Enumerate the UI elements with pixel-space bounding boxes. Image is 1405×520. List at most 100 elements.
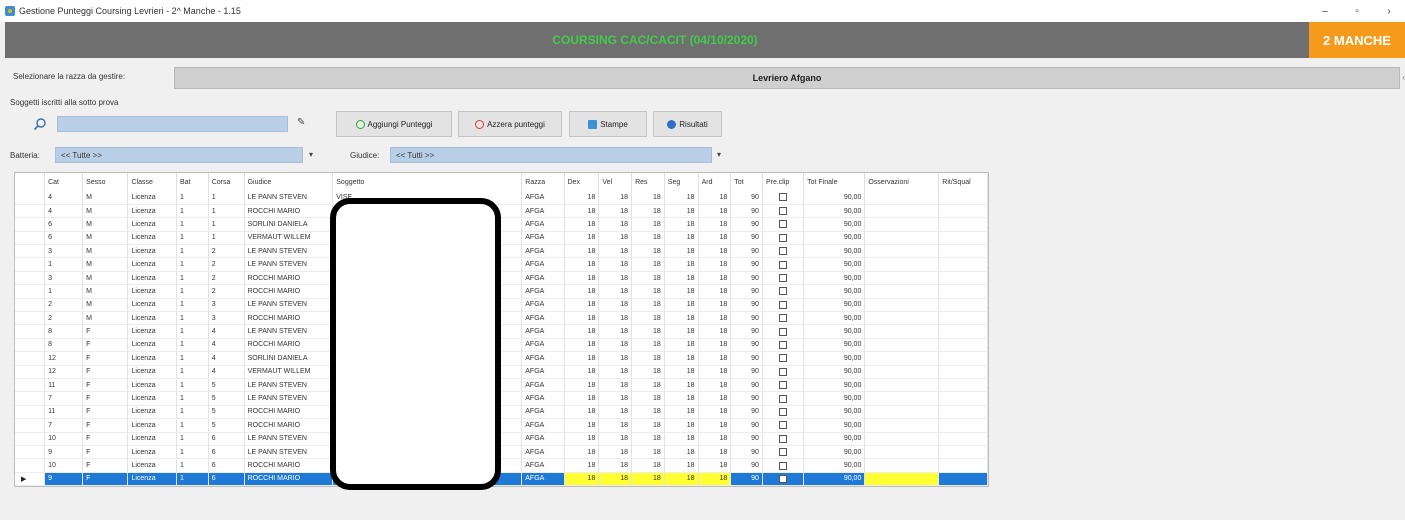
table-cell[interactable]: 18 [698, 231, 732, 246]
table-cell[interactable]: AFGA [521, 445, 565, 460]
table-cell[interactable]: 18 [598, 271, 633, 286]
row-selector[interactable] [15, 418, 46, 433]
table-cell[interactable]: AFGA [521, 378, 565, 393]
pre-clip-checkbox[interactable] [779, 381, 788, 390]
table-cell[interactable]: 18 [564, 351, 600, 366]
table-cell[interactable]: LE PANN STEVEN [244, 445, 334, 460]
table-cell[interactable]: 18 [564, 298, 600, 313]
table-cell[interactable]: M [82, 231, 129, 246]
pre-clip-checkbox[interactable] [779, 461, 788, 470]
table-cell[interactable]: 90 [730, 217, 763, 232]
table-row[interactable]: 10 F Licenza 1 6 LE PANN STEVEN AFGA 18 18 18 18 18… [15, 432, 988, 446]
table-cell[interactable]: AFGA [521, 284, 565, 299]
table-cell[interactable]: Licenza [127, 257, 178, 272]
row-selector[interactable] [15, 405, 46, 420]
print-button[interactable]: Stampe [569, 111, 647, 137]
pin-icon[interactable]: ✎ [297, 117, 309, 129]
table-cell[interactable] [938, 418, 988, 433]
table-cell[interactable]: AFGA [521, 217, 565, 232]
table-cell[interactable] [762, 244, 805, 259]
pre-clip-checkbox[interactable] [779, 367, 788, 376]
table-cell[interactable]: 18 [664, 324, 699, 339]
table-cell[interactable]: AFGA [521, 231, 565, 246]
table-cell[interactable]: 1 [176, 338, 209, 353]
table-cell[interactable]: SORLINI DANIELA [244, 351, 334, 366]
pre-clip-checkbox[interactable] [779, 207, 788, 216]
table-cell[interactable]: 18 [698, 217, 732, 232]
table-cell[interactable]: M [82, 191, 129, 205]
table-cell[interactable]: 18 [598, 338, 633, 353]
table-cell[interactable]: 90 [730, 338, 763, 353]
table-cell[interactable] [762, 445, 805, 460]
table-cell[interactable]: F [82, 445, 129, 460]
table-cell[interactable]: 90,00 [803, 391, 866, 406]
table-cell[interactable]: M [82, 217, 129, 232]
table-cell[interactable]: F [82, 324, 129, 339]
table-cell[interactable] [938, 271, 988, 286]
table-cell[interactable]: M [82, 271, 129, 286]
table-cell[interactable]: Licenza [127, 298, 178, 313]
row-selector[interactable] [15, 311, 46, 326]
table-cell[interactable]: Licenza [127, 445, 178, 460]
table-cell[interactable]: 1 [176, 458, 209, 473]
table-cell[interactable]: 1 [44, 284, 84, 299]
table-cell[interactable]: 90,00 [803, 231, 866, 246]
table-cell[interactable]: 18 [598, 418, 633, 433]
table-cell[interactable]: 90,00 [803, 338, 866, 353]
table-cell[interactable]: 18 [698, 298, 732, 313]
table-cell[interactable]: 18 [598, 445, 633, 460]
table-cell[interactable]: 2 [44, 311, 84, 326]
table-cell[interactable]: AFGA [521, 338, 565, 353]
table-row[interactable]: 8 F Licenza 1 4 LE PANN STEVEN AFGA 18 18 18 18 18 9… [15, 324, 988, 339]
table-row[interactable]: 12 F Licenza 1 4 SORLINI DANIELA AFGA 18 18 18 18 1… [15, 351, 988, 366]
table-cell[interactable]: AFGA [521, 244, 565, 259]
row-selector[interactable] [15, 284, 46, 299]
table-cell[interactable]: 18 [664, 217, 699, 232]
table-cell[interactable]: 90,00 [803, 472, 866, 487]
table-cell[interactable]: 18 [664, 284, 699, 299]
column-header[interactable]: Osservazioni [864, 173, 940, 191]
table-cell[interactable]: 18 [564, 378, 600, 393]
table-cell[interactable]: 3 [208, 311, 245, 326]
table-cell[interactable]: 18 [631, 391, 665, 406]
table-cell[interactable]: 1 [176, 257, 209, 272]
table-cell[interactable]: 1 [176, 244, 209, 259]
table-cell[interactable]: 1 [176, 432, 209, 446]
table-cell[interactable]: 1 [176, 204, 209, 219]
table-cell[interactable]: 18 [631, 432, 665, 446]
table-cell[interactable] [938, 244, 988, 259]
table-cell[interactable]: F [82, 338, 129, 353]
row-selector[interactable] [15, 217, 46, 232]
table-cell[interactable]: Licenza [127, 391, 178, 406]
table-cell[interactable]: 4 [208, 324, 245, 339]
table-cell[interactable]: Licenza [127, 418, 178, 433]
table-cell[interactable] [864, 284, 940, 299]
table-cell[interactable]: 18 [698, 378, 732, 393]
table-cell[interactable]: M [82, 284, 129, 299]
table-row[interactable]: 6 M Licenza 1 1 VERMAUT WILLEM AFGA 18 18 18 18 18 9… [15, 231, 988, 246]
column-header[interactable]: Pre.clip [762, 173, 805, 191]
row-selector[interactable] [15, 432, 46, 446]
table-cell[interactable]: 6 [208, 432, 245, 446]
table-cell[interactable] [864, 458, 940, 473]
column-header[interactable]: Bat [176, 173, 209, 191]
table-cell[interactable]: 18 [631, 458, 665, 473]
table-cell[interactable]: 1 [176, 391, 209, 406]
table-cell[interactable]: Licenza [127, 217, 178, 232]
table-cell[interactable] [864, 191, 940, 205]
batteria-chevron-down-icon[interactable]: ▾ [309, 150, 313, 159]
table-row[interactable]: 2 M Licenza 1 3 ROCCHI MARIO AFGA 18 18 18 18 18 90 9… [15, 311, 988, 326]
table-cell[interactable]: 18 [631, 284, 665, 299]
table-cell[interactable]: 1 [176, 298, 209, 313]
table-cell[interactable]: 6 [208, 458, 245, 473]
table-cell[interactable]: 18 [698, 472, 732, 487]
table-cell[interactable]: 1 [208, 191, 245, 205]
table-row[interactable]: 4 M Licenza 1 1 ROCCHI MARIO AFGA 18 18 18 18 18 90 9… [15, 204, 988, 219]
table-row[interactable]: 12 F Licenza 1 4 VERMAUT WILLEM AFGA 18 18 18 18 18… [15, 365, 988, 379]
table-cell[interactable]: 4 [208, 351, 245, 366]
table-cell[interactable]: 18 [698, 365, 732, 379]
column-header[interactable]: Giudice [244, 173, 334, 191]
scores-grid[interactable]: Cat Sesso Classe Bat Corsa Giudice Soggetto Raz… [14, 172, 989, 488]
table-cell[interactable]: 18 [698, 432, 732, 446]
table-cell[interactable]: 18 [664, 298, 699, 313]
